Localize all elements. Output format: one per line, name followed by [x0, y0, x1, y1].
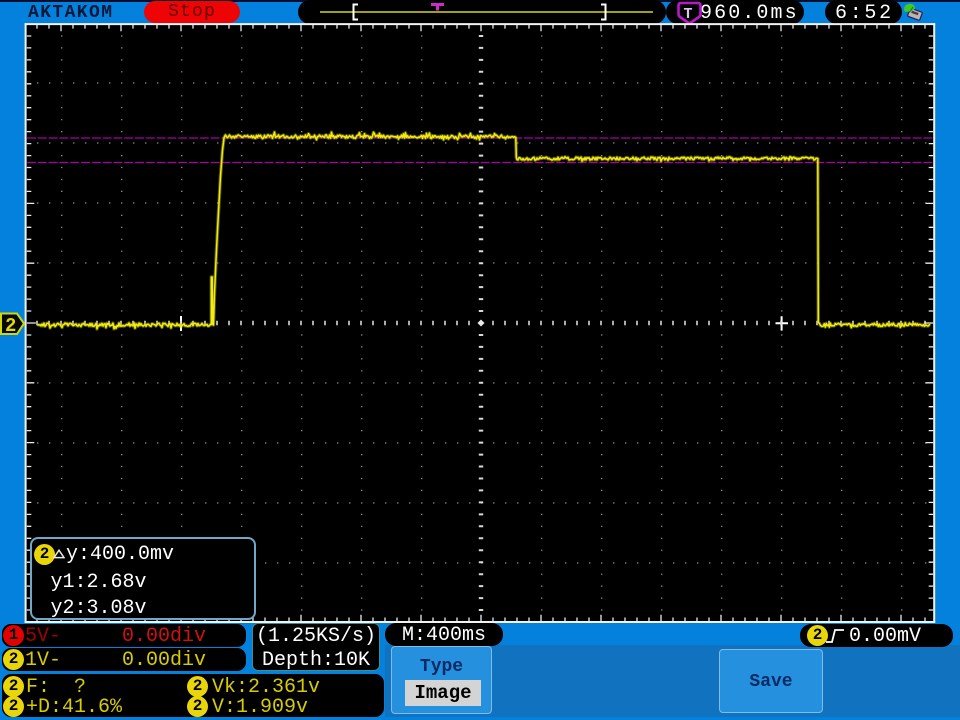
svg-text:2: 2 — [5, 315, 16, 337]
